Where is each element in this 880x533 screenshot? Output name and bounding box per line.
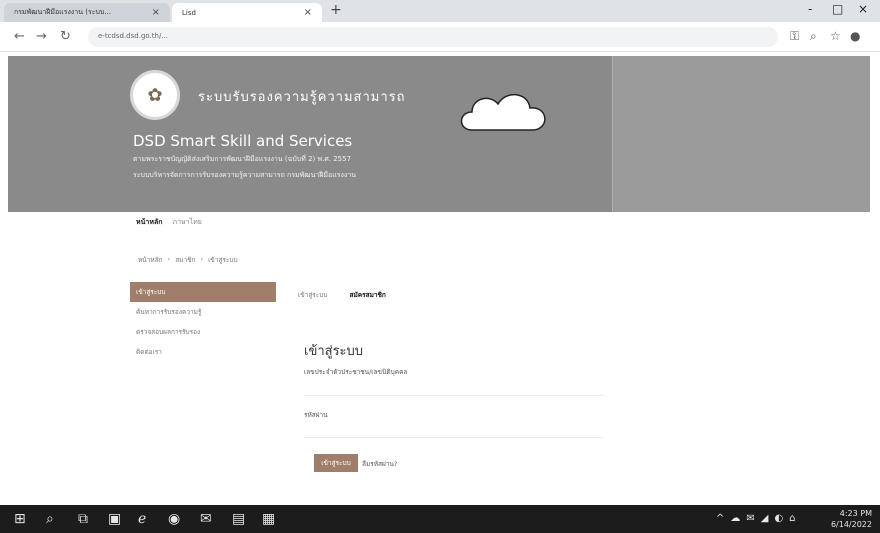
sidebar-item-contact[interactable]: ติดต่อเรา xyxy=(130,342,276,362)
hero-banner: ✿ ระบบรับรองความรู้ความสามารถ DSD Smart … xyxy=(8,56,870,212)
explorer-icon[interactable]: ▦ xyxy=(262,511,275,527)
sidebar-item-check-results[interactable]: ตรวจสอบผลการรับรอง xyxy=(130,322,276,342)
close-tab-icon[interactable]: × xyxy=(304,7,312,18)
chrome-icon[interactable]: ◉ xyxy=(168,511,180,527)
id-input[interactable] xyxy=(304,382,604,396)
nav-item-home[interactable]: หน้าหลัก xyxy=(136,217,162,228)
hero-title: DSD Smart Skill and Services xyxy=(133,132,353,150)
forward-icon[interactable]: → xyxy=(36,29,47,44)
mail-icon[interactable]: ✉ xyxy=(200,511,212,527)
star-icon[interactable]: ☆ xyxy=(830,29,841,43)
tab-signin[interactable]: เข้าสู่ระบบ xyxy=(298,290,328,300)
password-label: รหัสผ่าน xyxy=(304,411,328,419)
login-button[interactable]: เข้าสู่ระบบ xyxy=(314,454,358,472)
app-icon[interactable]: ▣ xyxy=(108,511,121,527)
minimize-button[interactable]: - xyxy=(808,2,812,16)
close-tab-icon[interactable]: × xyxy=(152,7,160,18)
breadcrumb-separator: › xyxy=(167,255,171,263)
zoom-icon[interactable]: ⌕ xyxy=(810,29,817,44)
breadcrumb: หน้าหลัก › สมาชิก › เข้าสู่ระบบ xyxy=(138,255,238,265)
dsd-logo: ✿ xyxy=(130,70,180,120)
sidebar: เข้าสู่ระบบ ค้นหาการรับรองความรู้ ตรวจสอ… xyxy=(130,282,276,362)
forgot-password-link[interactable]: ลืมรหัสผ่าน? xyxy=(362,459,397,469)
new-tab-button[interactable]: + xyxy=(330,2,342,18)
clock[interactable]: 4:23 PM 6/14/2022 xyxy=(831,508,872,530)
close-window-button[interactable]: × xyxy=(858,2,868,16)
top-nav: หน้าหลัก ภาษาไทย xyxy=(136,217,202,228)
address-bar: ← → ↻ e-tcdsd.dsd.go.th/... ⚿ ⌕ ☆ ● xyxy=(0,22,880,52)
main-content: หน้าหลัก ภาษาไทย หน้าหลัก › สมาชิก › เข้… xyxy=(8,212,870,485)
hero-subtitle-2: ระบบบริหารจัดการการรับรองความรู้ความสามา… xyxy=(133,171,357,179)
url-field[interactable]: e-tcdsd.dsd.go.th/... xyxy=(88,27,778,47)
breadcrumb-current: เข้าสู่ระบบ xyxy=(208,256,238,264)
hero-thai-title: ระบบรับรองความรู้ความสามารถ xyxy=(198,90,406,105)
profile-icon[interactable]: ● xyxy=(850,29,860,43)
back-icon[interactable]: ← xyxy=(14,29,25,44)
browser-tab[interactable]: กรมพัฒนาฝีมือแรงงาน (ระบบ... × xyxy=(4,3,170,22)
task-view-icon[interactable]: ⧉ xyxy=(78,511,88,527)
login-title: เข้าสู่ระบบ xyxy=(304,344,364,359)
search-icon[interactable]: ⌕ xyxy=(46,511,54,527)
tab-register[interactable]: สมัครสมาชิก xyxy=(350,290,386,300)
clock-time: 4:23 PM xyxy=(839,509,872,518)
sidebar-item-search[interactable]: ค้นหาการรับรองความรู้ xyxy=(130,302,276,322)
edge-icon[interactable]: ℯ xyxy=(138,511,146,527)
windows-start-icon[interactable]: ⊞ xyxy=(14,511,26,527)
clock-date: 6/14/2022 xyxy=(830,520,872,529)
browser-tab-bar: กรมพัฒนาฝีมือแรงงาน (ระบบ... × Lisd × + … xyxy=(0,0,880,22)
file-icon[interactable]: ▤ xyxy=(232,511,245,527)
browser-tab-active[interactable]: Lisd × xyxy=(172,3,322,22)
reload-icon[interactable]: ↻ xyxy=(60,29,71,44)
login-tabs: เข้าสู่ระบบ สมัครสมาชิก xyxy=(298,290,386,300)
id-label: เลขประจำตัวประชาชน/เลขนิติบุคคล xyxy=(304,368,408,376)
breadcrumb-home[interactable]: หน้าหลัก xyxy=(138,255,163,265)
sidebar-item-login[interactable]: เข้าสู่ระบบ xyxy=(130,282,276,302)
system-tray-icons[interactable]: ^☁✉◢◐⌂ xyxy=(716,513,802,524)
breadcrumb-separator: › xyxy=(200,255,204,263)
maximize-button[interactable]: □ xyxy=(832,2,843,16)
nav-item-language[interactable]: ภาษาไทย xyxy=(172,217,201,228)
tab-title: กรมพัฒนาฝีมือแรงงาน (ระบบ... xyxy=(14,8,112,16)
tab-title: Lisd xyxy=(182,8,196,17)
taskbar: ⊞ ⌕ ⧉ ▣ ℯ ◉ ✉ ▤ ▦ ^☁✉◢◐⌂ 4:23 PM 6/14/20… xyxy=(0,505,880,533)
hero-subtitle: ตามพระราชบัญญัติส่งเสริมการพัฒนาฝีมือแรง… xyxy=(133,155,352,163)
password-input[interactable] xyxy=(304,424,604,438)
cloud-illustration xyxy=(460,94,546,131)
hero-right-panel xyxy=(612,56,870,212)
breadcrumb-member[interactable]: สมาชิก xyxy=(175,255,195,265)
key-icon[interactable]: ⚿ xyxy=(790,29,799,44)
